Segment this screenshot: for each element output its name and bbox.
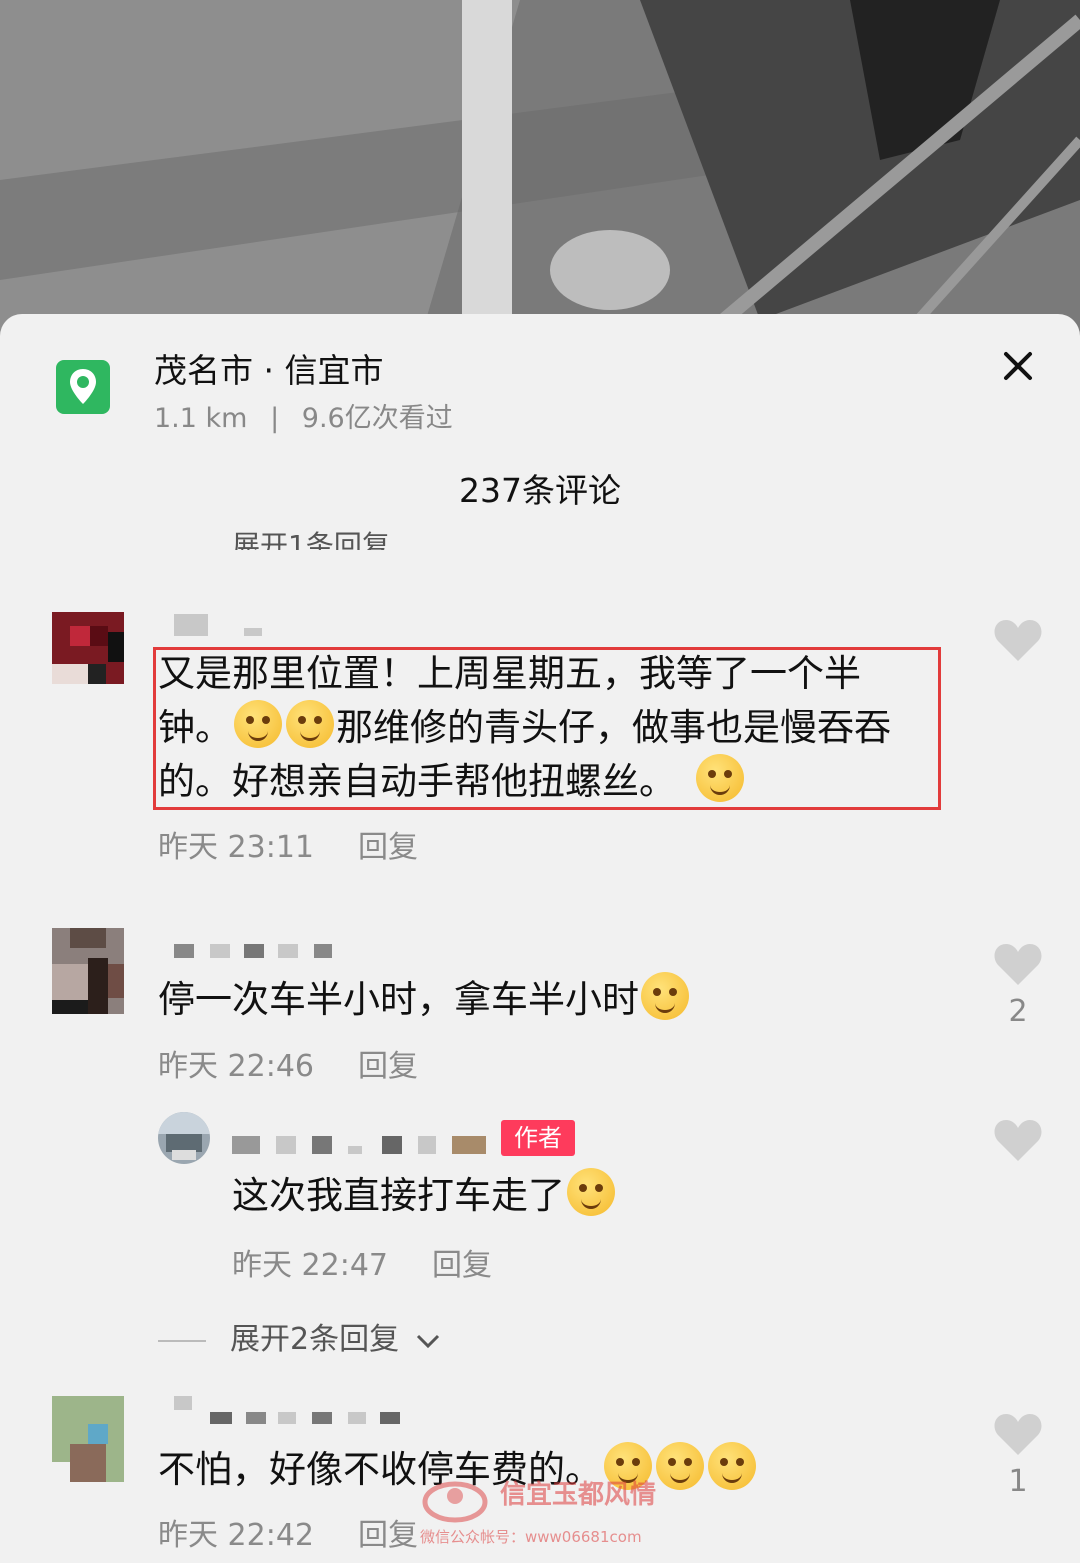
timestamp: 昨天 22:46 <box>158 1049 314 1084</box>
avatar[interactable] <box>52 612 124 684</box>
heart-icon[interactable] <box>993 941 1043 987</box>
map-pin-icon <box>56 360 110 414</box>
timestamp: 昨天 23:11 <box>158 830 314 865</box>
timestamp: 昨天 22:47 <box>232 1248 388 1283</box>
meta-separator: | <box>270 403 280 434</box>
comment-count: 237条评论 <box>459 471 621 510</box>
reply-button[interactable]: 回复 <box>358 1518 418 1553</box>
username-masked[interactable] <box>232 1136 492 1158</box>
laughing-crying-emoji-icon <box>708 1442 756 1490</box>
comment-fragment: 这次我直接打车走了 <box>232 1174 565 1217</box>
collapsed-replies-cutoff[interactable]: 展开1条回复 <box>232 524 390 550</box>
comment-meta: 昨天 22:42 回复 <box>158 1510 418 1554</box>
reply-button[interactable]: 回复 <box>358 1049 418 1084</box>
location-title: 茂名市 · 信宜市 <box>154 351 384 390</box>
comment-meta: 昨天 23:11 回复 <box>158 822 418 866</box>
laughing-crying-emoji-icon <box>567 1168 615 1216</box>
divider <box>158 1339 206 1342</box>
heart-icon[interactable] <box>993 617 1043 663</box>
location-header[interactable]: 茂名市 · 信宜市 1.1 km | 9.6亿次看过 <box>0 314 1080 454</box>
watermark-logo-icon <box>422 1481 488 1523</box>
username-masked[interactable] <box>174 944 334 966</box>
video-frame[interactable] <box>0 0 1080 340</box>
comment-fragment: 停一次车半小时，拿车半小时 <box>158 978 639 1021</box>
username-masked[interactable] <box>174 614 264 636</box>
reply-text: 这次我直接打车走了 <box>232 1168 617 1222</box>
comment-meta: 昨天 22:47 回复 <box>232 1240 492 1284</box>
heart-icon[interactable] <box>993 1117 1043 1163</box>
timestamp: 昨天 22:42 <box>158 1518 314 1553</box>
comment-text: 停一次车半小时，拿车半小时 <box>158 972 691 1026</box>
watermark-title: 信宜玉都风情 <box>500 1480 657 1510</box>
like-count: 2 <box>1008 994 1028 1029</box>
username-masked[interactable] <box>174 1396 404 1424</box>
reply-button[interactable]: 回复 <box>432 1248 492 1283</box>
video-scene <box>0 0 1080 340</box>
watermark-subtitle: 微信公众帐号：www06681com <box>420 1528 642 1546</box>
avatar[interactable] <box>52 928 124 1014</box>
author-badge: 作者 <box>501 1120 575 1156</box>
location-meta: 1.1 km | 9.6亿次看过 <box>154 396 453 435</box>
expand-replies-label: 展开2条回复 <box>230 1322 400 1357</box>
distance: 1.1 km <box>154 403 248 434</box>
highlight-box <box>153 647 941 810</box>
reply-button[interactable]: 回复 <box>358 830 418 865</box>
author-avatar[interactable] <box>158 1112 210 1164</box>
view-count: 9.6亿次看过 <box>301 403 453 434</box>
avatar[interactable] <box>52 1396 124 1482</box>
comments-sheet: 茂名市 · 信宜市 1.1 km | 9.6亿次看过 237条评论 展开1条回复… <box>0 314 1080 1563</box>
rolling-eyes-emoji-icon <box>641 972 689 1020</box>
laughing-crying-emoji-icon <box>656 1442 704 1490</box>
chevron-down-icon <box>416 1334 439 1348</box>
expand-replies-button[interactable]: 展开2条回复 <box>158 1314 441 1358</box>
close-icon[interactable] <box>998 346 1038 386</box>
heart-icon[interactable] <box>993 1411 1043 1457</box>
comment-meta: 昨天 22:46 回复 <box>158 1041 418 1085</box>
like-count: 1 <box>1008 1464 1028 1499</box>
